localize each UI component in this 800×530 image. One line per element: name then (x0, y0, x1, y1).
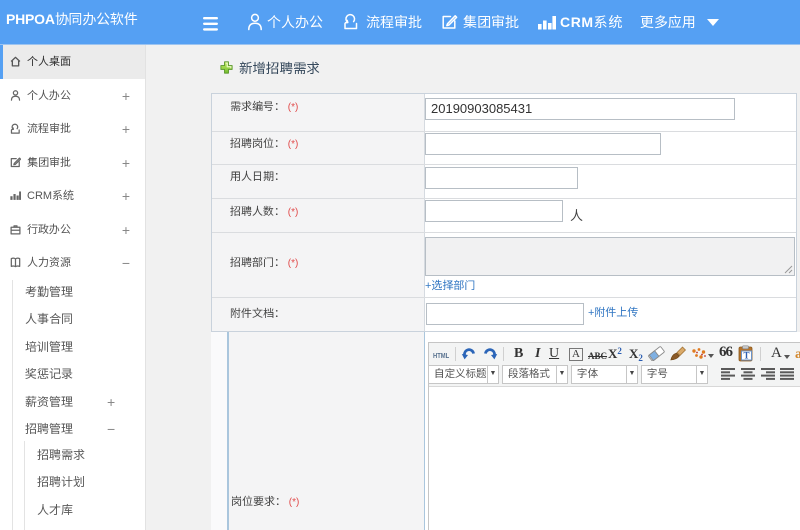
svg-text:T: T (743, 351, 749, 361)
